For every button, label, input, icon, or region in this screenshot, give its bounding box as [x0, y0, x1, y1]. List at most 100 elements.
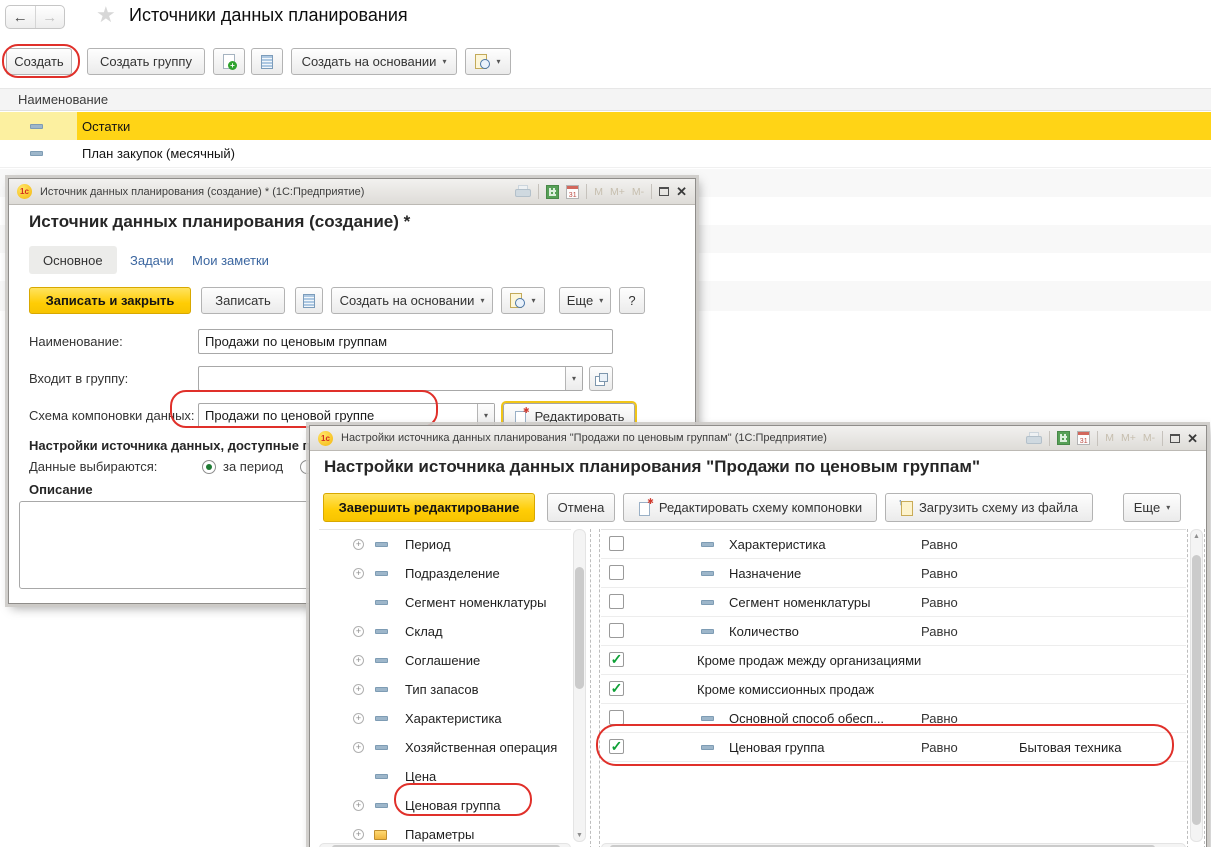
condition-checkbox[interactable] [609, 536, 624, 551]
favorite-star-icon[interactable]: ★ [96, 2, 116, 28]
tree-item[interactable]: +Тип запасов [319, 675, 571, 704]
tree-item[interactable]: +Ценовая группа [319, 791, 571, 820]
condition-checkbox[interactable] [609, 623, 624, 638]
condition-checkbox[interactable] [609, 594, 624, 609]
save-button[interactable]: Записать [201, 287, 285, 314]
radio-for-period[interactable] [202, 460, 216, 474]
expand-icon[interactable]: + [353, 655, 364, 666]
condition-checkbox[interactable]: ✓ [609, 652, 624, 667]
create-copy-button[interactable] [213, 48, 245, 75]
create-group-button[interactable]: Создать группу [87, 48, 205, 75]
condition-row[interactable]: КоличествоРавно [601, 617, 1186, 646]
close-icon[interactable]: ✕ [1187, 432, 1198, 445]
condition-checkbox[interactable]: ✓ [609, 681, 624, 696]
list-settings-button[interactable] [251, 48, 283, 75]
parent-group-dropdown-button[interactable]: ▾ [565, 367, 582, 390]
scrollbar-thumb[interactable] [1192, 555, 1201, 825]
load-schema-from-file-button[interactable]: Загрузить схему из файла [885, 493, 1093, 522]
memory-m-plus-button[interactable]: M+ [610, 186, 625, 198]
finish-editing-button[interactable]: Завершить редактирование [323, 493, 535, 522]
more-button[interactable]: Еще ▾ [1123, 493, 1181, 522]
back-button[interactable]: ← [6, 6, 35, 28]
tree-item[interactable]: +Соглашение [319, 646, 571, 675]
scroll-up-icon[interactable]: ▲ [1193, 533, 1200, 540]
history-document-dropdown-button[interactable]: ▾ [465, 48, 511, 75]
list-row[interactable]: Остатки [0, 112, 1211, 140]
tab-my-notes[interactable]: Мои заметки [192, 246, 269, 274]
tree-vertical-scrollbar[interactable]: ▼ [573, 529, 586, 842]
schema-dropdown-button[interactable]: ▾ [477, 404, 494, 427]
tree-item[interactable]: +Склад [319, 617, 571, 646]
expand-icon[interactable]: + [353, 742, 364, 753]
condition-checkbox[interactable]: ✓ [609, 739, 624, 754]
conditions-horizontal-scrollbar[interactable] [601, 843, 1186, 847]
expand-icon[interactable]: + [353, 568, 364, 579]
calculator-icon[interactable] [546, 185, 559, 199]
condition-checkbox[interactable] [609, 710, 624, 725]
condition-row[interactable]: НазначениеРавно [601, 559, 1186, 588]
panel-splitter[interactable] [599, 529, 600, 847]
calculator-icon[interactable] [1057, 431, 1070, 445]
create-window-titlebar[interactable]: 1с Источник данных планирования (создани… [9, 179, 695, 205]
expand-icon[interactable]: + [353, 626, 364, 637]
tree-horizontal-scrollbar[interactable] [319, 843, 571, 847]
condition-row[interactable]: Основной способ обесп...Равно [601, 704, 1186, 733]
name-input[interactable] [198, 329, 613, 354]
settings-window-titlebar[interactable]: 1с Настройки источника данных планирован… [310, 426, 1206, 451]
maximize-icon[interactable] [659, 187, 669, 196]
conditions-vertical-scrollbar[interactable]: ▲ [1190, 529, 1203, 842]
print-icon[interactable] [1026, 432, 1042, 445]
parent-group-input[interactable] [199, 367, 565, 390]
condition-row[interactable]: ✓Кроме комиссионных продаж [601, 675, 1186, 704]
parent-group-combo[interactable]: ▾ [198, 366, 583, 391]
scrollbar-thumb[interactable] [575, 567, 584, 689]
tree-item[interactable]: +Подразделение [319, 559, 571, 588]
condition-row[interactable]: ✓Кроме продаж между организациями [601, 646, 1186, 675]
memory-m-plus-button[interactable]: M+ [1121, 432, 1136, 444]
condition-row[interactable]: Сегмент номенклатурыРавно [601, 588, 1186, 617]
save-and-close-button[interactable]: Записать и закрыть [29, 287, 191, 314]
tree-item[interactable]: Сегмент номенклатуры [319, 588, 571, 617]
create-based-on-button[interactable]: Создать на основании ▾ [331, 287, 493, 314]
condition-row[interactable]: ХарактеристикаРавно [601, 530, 1186, 559]
expand-icon[interactable]: + [353, 829, 364, 840]
tree-item[interactable]: +Период [319, 530, 571, 559]
schema-input[interactable] [199, 404, 477, 427]
forward-button[interactable]: → [35, 6, 65, 28]
panel-splitter[interactable] [590, 529, 591, 847]
expand-icon[interactable]: + [353, 539, 364, 550]
create-based-on-button[interactable]: Создать на основании ▾ [291, 48, 457, 75]
condition-checkbox[interactable] [609, 565, 624, 580]
maximize-icon[interactable] [1170, 434, 1180, 443]
tree-item[interactable]: +Хозяйственная операция [319, 733, 571, 762]
calendar-icon[interactable]: 31 [566, 185, 579, 199]
list-settings-button[interactable] [295, 287, 323, 314]
tree-item[interactable]: +Характеристика [319, 704, 571, 733]
open-parent-group-button[interactable] [589, 366, 613, 391]
row-icon-cell [0, 140, 77, 167]
tab-tasks[interactable]: Задачи [130, 246, 174, 274]
tab-main[interactable]: Основное [29, 246, 117, 274]
help-button[interactable]: ? [619, 287, 645, 314]
condition-row[interactable]: ✓Ценовая группаРавноБытовая техника [601, 733, 1186, 762]
edit-composition-schema-button[interactable]: Редактировать схему компоновки [623, 493, 877, 522]
list-row[interactable]: План закупок (месячный) [0, 140, 1211, 168]
expand-icon[interactable]: + [353, 684, 364, 695]
memory-m-button[interactable]: M [594, 186, 603, 198]
scroll-down-icon[interactable]: ▼ [576, 832, 583, 839]
create-button[interactable]: Создать [6, 48, 72, 75]
tree-item[interactable]: Цена [319, 762, 571, 791]
tree-item[interactable]: +Параметры [319, 820, 571, 842]
list-column-header[interactable]: Наименование [0, 88, 1211, 111]
close-icon[interactable]: ✕ [676, 185, 687, 198]
print-icon[interactable] [515, 185, 531, 198]
expand-icon[interactable]: + [353, 713, 364, 724]
memory-m-minus-button[interactable]: M- [632, 186, 644, 198]
expand-icon[interactable]: + [353, 800, 364, 811]
memory-m-minus-button[interactable]: M- [1143, 432, 1155, 444]
more-button[interactable]: Еще ▾ [559, 287, 611, 314]
memory-m-button[interactable]: M [1105, 432, 1114, 444]
calendar-icon[interactable]: 31 [1077, 431, 1090, 445]
history-document-dropdown-button[interactable]: ▾ [501, 287, 545, 314]
cancel-button[interactable]: Отмена [547, 493, 615, 522]
